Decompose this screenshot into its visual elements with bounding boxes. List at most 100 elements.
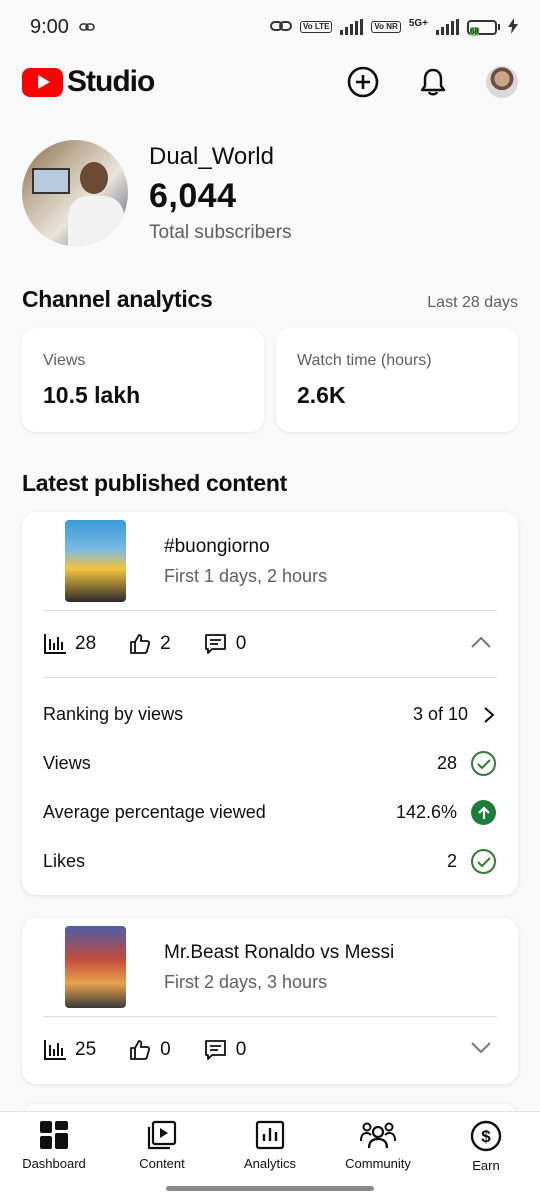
stat-value: 10.5 lakh [43,382,141,408]
youtube-logo-icon [22,67,63,97]
comments-count: 0 [235,633,247,654]
network-type: 5G+ [408,17,428,29]
expand-button[interactable] [470,1039,492,1061]
comment-icon [204,1040,226,1060]
views-metric: 25 [43,1039,96,1061]
signal-icon [340,19,364,35]
subscriber-count: 6,044 [149,176,237,215]
signal-icon [436,19,459,35]
detail-value: 28 [436,753,457,773]
status-icons: Vo LTE Vo NR 5G+ 68 [270,17,518,37]
analytics-icon [255,1120,285,1150]
detail-label: Ranking by views [43,704,184,724]
stat-label: Watch time (hours) [297,352,432,369]
arrow-up-circle-icon [471,800,496,825]
ranking-row[interactable]: Ranking by views 3 of 10 [22,690,518,739]
detail-label: Views [43,753,91,773]
analytics-header: Channel analytics Last 28 days [22,286,518,313]
video-metrics: 25 0 0 [22,1017,518,1083]
detail-value: 2 [446,851,457,871]
analytics-cards: Views 10.5 lakh Watch time (hours) 2.6K [22,328,518,432]
nav-dashboard[interactable]: Dashboard [0,1112,108,1200]
likes-count: 2 [160,633,171,654]
comments-count: 0 [235,1039,247,1060]
bar-chart-icon [44,1040,66,1060]
likes-row: Likes 2 [22,837,518,886]
views-card[interactable]: Views 10.5 lakh [22,328,264,432]
dashboard-icon [40,1121,68,1149]
studio-logo[interactable]: Studio [22,65,155,99]
comment-icon [204,634,226,654]
vonr-badge: Vo NR [371,21,401,33]
latest-header: Latest published content [22,470,518,497]
video-summary[interactable]: Mr.Beast Ronaldo vs Messi First 2 days, … [22,918,518,1016]
detail-value: 3 of 10 [412,704,468,724]
video-title: #buongiorno [164,535,270,557]
nav-label: Content [139,1156,185,1171]
channel-avatar[interactable] [22,140,128,246]
detail-label: Likes [43,851,86,871]
notifications-button[interactable] [416,65,450,99]
comments-metric: 0 [203,632,247,656]
check-circle-icon [471,751,496,776]
views-count: 25 [75,1039,97,1060]
bar-chart-icon [44,634,66,654]
views-count: 28 [75,633,97,654]
detail-label: Average percentage viewed [43,802,266,822]
account-avatar[interactable] [486,66,518,98]
video-title: Mr.Beast Ronaldo vs Messi [164,941,395,963]
video-card: Mr.Beast Ronaldo vs Messi First 2 days, … [22,918,518,1084]
thumbs-up-icon [130,1040,151,1060]
video-thumbnail[interactable] [65,926,126,1008]
analytics-period: Last 28 days [427,294,518,311]
watch-time-card[interactable]: Watch time (hours) 2.6K [276,328,518,432]
subscriber-label: Total subscribers [149,221,292,243]
chevron-down-icon [471,1042,491,1054]
channel-name: Dual_World [149,142,274,170]
thumbs-up-icon [130,634,151,654]
app-bar: Studio [0,54,540,110]
status-time: 9:00 [30,15,69,38]
nav-label: Earn [472,1158,500,1173]
status-bar: 9:00 Vo LTE Vo NR 5G+ 68 [0,0,540,54]
check-circle-icon [471,849,496,874]
nav-label: Community [345,1156,411,1171]
volte-badge: Vo LTE [300,21,333,33]
battery-level: 68 [470,26,479,36]
nav-label: Dashboard [22,1156,86,1171]
video-thumbnail[interactable] [65,520,126,602]
svg-text:$: $ [481,1127,491,1146]
video-age: First 2 days, 3 hours [164,971,328,992]
chevron-up-icon [471,636,491,648]
nav-earn[interactable]: $ Earn [432,1112,540,1200]
comments-metric: 0 [203,1038,247,1062]
views-metric: 28 [43,633,96,655]
link-icon [79,19,95,36]
likes-metric: 2 [128,632,171,656]
video-age: First 1 days, 2 hours [164,565,328,586]
create-button[interactable] [346,65,380,99]
video-summary[interactable]: #buongiorno First 1 days, 2 hours [22,512,518,610]
latest-title: Latest published content [22,470,287,496]
likes-metric: 0 [128,1038,171,1062]
detail-value: 142.6% [395,802,457,822]
video-metrics: 28 2 0 [22,611,518,677]
collapse-button[interactable] [470,633,492,655]
add-circle-icon [347,66,379,98]
video-card: #buongiorno First 1 days, 2 hours 28 2 0… [22,512,518,895]
likes-count: 0 [160,1039,171,1060]
chevron-right-icon [484,706,495,723]
app-name: Studio [67,65,155,98]
views-row: Views 28 [22,739,518,788]
avg-viewed-row: Average percentage viewed 142.6% [22,788,518,837]
content-icon [147,1120,177,1150]
community-icon [360,1122,396,1149]
charging-icon [508,17,518,37]
home-indicator[interactable] [166,1186,374,1191]
link-icon [270,19,293,36]
stat-value: 2.6K [297,382,346,408]
analytics-title: Channel analytics [22,286,213,312]
stat-label: Views [43,352,86,369]
battery-icon: 68 [467,19,500,36]
earn-icon: $ [470,1120,502,1152]
